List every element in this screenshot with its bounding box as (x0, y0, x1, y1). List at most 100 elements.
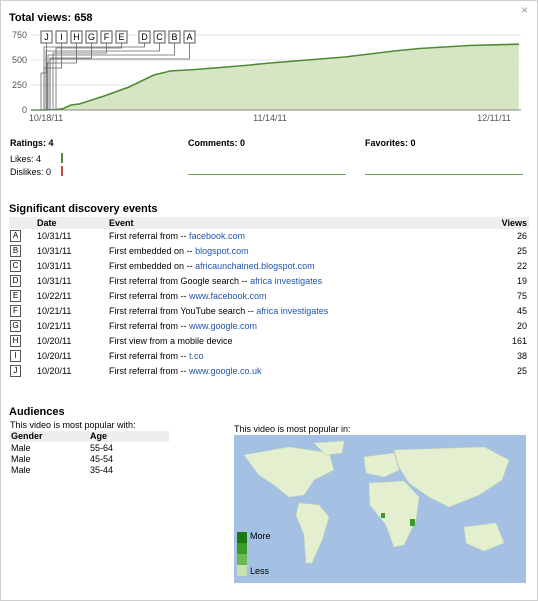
event-link[interactable]: www.facebook.com (189, 291, 267, 301)
event-text: First referral from -- (109, 321, 187, 331)
event-marker: G (10, 320, 21, 332)
event-marker: D (10, 275, 21, 287)
event-link[interactable]: www.google.co.uk (189, 366, 262, 376)
event-views: 22 (516, 261, 527, 271)
dislikes-bar (61, 166, 63, 176)
event-marker-label: I (60, 32, 63, 42)
event-link[interactable]: africa investigates (250, 276, 322, 286)
x-tick-label: 11/14/11 (253, 113, 287, 123)
event-description: First referral from -- www.google.com (109, 321, 257, 331)
audience-gender: Male (11, 443, 31, 453)
audience-gender: Male (11, 465, 31, 475)
event-row: A 10/31/11 First referral from -- facebook… (9, 229, 529, 244)
event-marker: B (10, 245, 21, 257)
audiences-heading: Audiences (9, 406, 65, 418)
ratings-label: Ratings: 4 (10, 138, 54, 148)
comments-label: Comments: 0 (188, 138, 246, 148)
y-tick-label: 750 (12, 30, 27, 40)
event-marker-label: C (156, 32, 163, 42)
event-date: 10/22/11 (37, 291, 72, 301)
event-link[interactable]: t.co (189, 351, 204, 361)
audience-gender: Male (11, 454, 31, 464)
event-text: First embedded on -- (109, 246, 193, 256)
event-description: First referral from -- t.co (109, 351, 204, 361)
event-text: First referral from YouTube search -- (109, 306, 254, 316)
north-america-land (243, 446, 335, 498)
event-marker-label: J (44, 32, 49, 42)
event-date: 10/31/11 (37, 231, 72, 241)
event-views: 25 (516, 246, 527, 256)
video-stats-panel: × Total views: 658 750 500 250 0 10/18/11 11/… (0, 0, 538, 601)
audience-age: 45-54 (90, 454, 114, 464)
event-link[interactable]: facebook.com (189, 231, 245, 241)
event-link[interactable]: africaunchained.blogspot.com (195, 261, 315, 271)
event-views: 19 (516, 276, 527, 286)
event-date: 10/20/11 (37, 351, 72, 361)
event-row: G 10/21/11 First referral from -- www.goog… (9, 319, 529, 334)
south-america-land (295, 502, 330, 564)
x-tick-label: 12/11/11 (477, 113, 511, 123)
event-views: 45 (516, 306, 527, 316)
legend-more-label: More (250, 531, 271, 541)
africa-land (368, 480, 420, 548)
event-text: First referral from -- (109, 351, 187, 361)
event-link[interactable]: www.google.com (189, 321, 257, 331)
map-title: This video is most popular in: (234, 424, 351, 434)
event-marker: F (10, 305, 21, 317)
favorites-sparkline (365, 174, 523, 175)
event-link[interactable]: blogspot.com (195, 246, 249, 256)
audience-header-row: Gender Age (9, 431, 169, 442)
event-date: 10/21/11 (37, 321, 72, 331)
event-marker: E (10, 290, 21, 302)
event-description: First referral from YouTube search -- af… (109, 306, 328, 316)
audience-age: 55-64 (90, 443, 114, 453)
event-marker-label: G (88, 32, 95, 42)
y-tick-label: 500 (12, 55, 27, 65)
event-row: D 10/31/11 First referral from Google sear… (9, 274, 529, 289)
event-marker-label: E (118, 32, 124, 42)
events-heading: Significant discovery events (9, 203, 158, 215)
event-views: 26 (516, 231, 527, 241)
world-map[interactable]: More Less (234, 435, 526, 583)
y-tick-label: 0 (22, 105, 27, 115)
event-row: F 10/21/11 First referral from YouTube sea… (9, 304, 529, 319)
event-row: J 10/20/11 First referral from -- www.goog… (9, 364, 529, 379)
event-description: First referral from -- www.google.co.uk (109, 366, 262, 376)
event-date: 10/20/11 (37, 366, 72, 376)
event-marker: C (10, 260, 21, 272)
australia-land (463, 522, 505, 552)
event-views: 20 (516, 321, 527, 331)
likes-bar (61, 153, 63, 163)
comments-sparkline (188, 174, 346, 175)
likes-label: Likes: 4 (10, 154, 42, 164)
event-row: H 10/20/11 First view from a mobile device… (9, 334, 529, 349)
event-description: First view from a mobile device (109, 336, 233, 346)
ghana-highlight (381, 513, 385, 518)
event-description: First embedded on -- africaunchained.blo… (109, 261, 315, 271)
gender-column-header: Gender (11, 431, 43, 441)
event-date: 10/31/11 (37, 276, 72, 286)
event-text: First embedded on -- (109, 261, 193, 271)
event-views: 38 (516, 351, 527, 361)
event-text: First referral from -- (109, 231, 187, 241)
event-row: I 10/20/11 First referral from -- t.co 38 (9, 349, 529, 364)
event-marker-label: A (186, 32, 192, 42)
close-icon[interactable]: × (521, 3, 528, 17)
views-chart: 750 500 250 010/18/11 11/14/11 12/11/11 J I H G F E… (12, 30, 521, 123)
event-text: First view from a mobile device (109, 336, 233, 346)
favorites-label: Favorites: 0 (365, 138, 416, 148)
dislikes-label: Dislikes: 0 (10, 167, 52, 177)
event-text: First referral from -- (109, 366, 187, 376)
event-marker-label: F (104, 32, 110, 42)
audience-age: 35-44 (90, 465, 114, 475)
event-row: B 10/31/11 First embedded on -- blogspot.c… (9, 244, 529, 259)
event-marker: J (10, 365, 21, 377)
event-description: First embedded on -- blogspot.com (109, 246, 249, 256)
kenya-highlight (410, 519, 415, 526)
x-tick-label: 10/18/11 (29, 113, 63, 123)
event-views: 75 (516, 291, 527, 301)
event-link[interactable]: africa investigates (256, 306, 328, 316)
europe-land (363, 452, 400, 478)
event-row: E 10/22/11 First referral from -- www.face… (9, 289, 529, 304)
event-text: First referral from Google search -- (109, 276, 248, 286)
